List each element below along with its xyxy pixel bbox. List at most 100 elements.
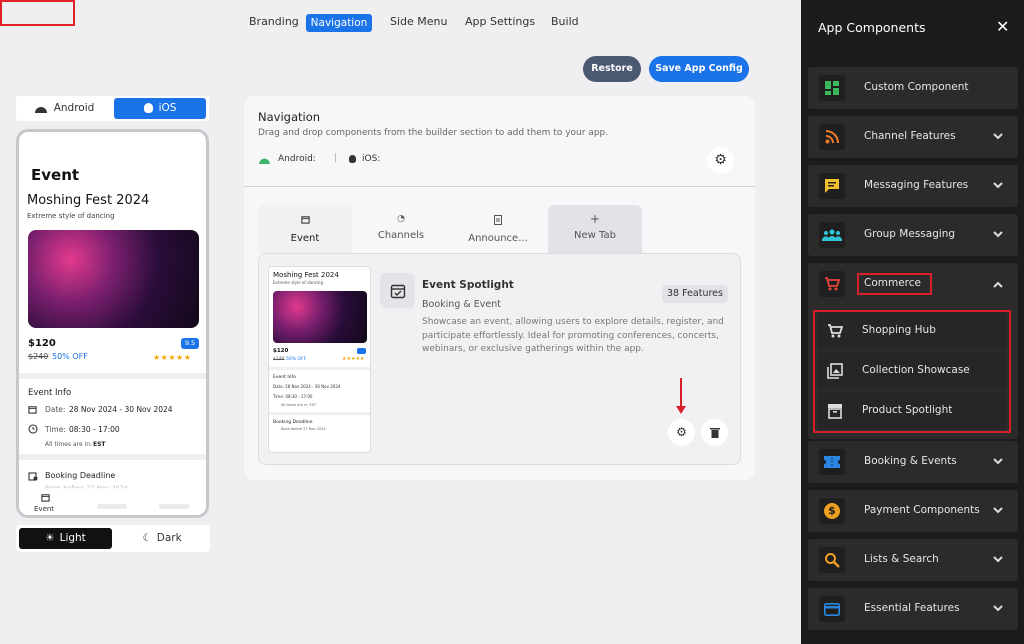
sidebar-item-label: Group Messaging <box>864 228 956 240</box>
component-delete-button[interactable] <box>701 419 728 446</box>
preview-date-value: 28 Nov 2024 - 30 Nov 2024 <box>69 405 173 414</box>
tab-event[interactable]: Event <box>258 205 352 253</box>
theme-dark-label: Dark <box>156 532 182 544</box>
sidebar-item-booking-events[interactable]: Booking & Events <box>808 441 1018 483</box>
preview-rating-stars: ★★★★★ <box>153 353 192 362</box>
nav-app-settings[interactable]: App Settings <box>465 15 535 28</box>
plus-icon: + <box>589 212 601 226</box>
thumb-price: $120 <box>273 348 289 354</box>
thumb-old-price: $240 <box>273 357 285 362</box>
sidebar-item-payment-components[interactable]: $ Payment Components <box>808 490 1018 532</box>
group-icon <box>819 222 845 248</box>
preview-old-price: $240 <box>28 352 49 361</box>
preview-time-label: Time: <box>45 425 66 434</box>
commerce-children-highlight-box <box>813 310 1011 433</box>
preview-deadline-title: Booking Deadline <box>45 471 116 480</box>
apple-icon <box>349 155 356 163</box>
preview-timezone-text: All times are in: <box>45 441 93 448</box>
platform-switch: Android iOS <box>16 96 209 121</box>
preview-bottom-tab-event[interactable]: Event <box>34 505 54 513</box>
sun-icon: ☀ <box>45 532 55 544</box>
preview-bottom-tab-placeholder <box>97 504 127 509</box>
preview-time-value: 08:30 - 17:00 <box>69 425 120 434</box>
panel-description: Drag and drop components from the builde… <box>258 128 609 138</box>
search-icon <box>819 547 845 573</box>
component-features-badge: 38 Features <box>662 285 728 303</box>
sidebar-item-messaging-features[interactable]: Messaging Features <box>808 165 1018 207</box>
thumb-discount: 50% OFF <box>286 357 307 362</box>
sidebar-item-custom-component[interactable]: Custom Component <box>808 67 1018 109</box>
panel-separator: | <box>334 153 338 163</box>
thumb-stars: ★★★★★ <box>342 356 365 362</box>
panel-ios-label: iOS: <box>362 154 381 164</box>
sidebar-title: App Components <box>818 20 926 35</box>
theme-switch: ☀ Light ☾ Dark <box>16 525 210 552</box>
tab-announcements[interactable]: Announce... <box>451 205 545 253</box>
save-app-config-button[interactable]: Save App Config <box>649 56 749 82</box>
component-title: Event Spotlight <box>422 279 514 291</box>
preview-event-image <box>28 230 199 328</box>
platform-android[interactable]: Android <box>18 98 110 119</box>
calendar-icon <box>41 494 50 502</box>
preview-price: $120 <box>28 338 56 349</box>
tab-new-tab[interactable]: + New Tab <box>548 205 642 253</box>
red-arrow-annotation <box>680 378 682 408</box>
gear-icon: ⚙ <box>676 425 687 439</box>
nav-branding[interactable]: Branding <box>249 15 299 28</box>
dollar-icon: $ <box>819 498 845 524</box>
sidebar-item-group-messaging[interactable]: Group Messaging <box>808 214 1018 256</box>
theme-dark[interactable]: ☾ Dark <box>116 528 208 549</box>
sidebar-close-button[interactable]: ✕ <box>996 18 1009 36</box>
thumb-info-title: Event Info <box>273 375 296 380</box>
platform-ios-label: iOS <box>158 102 177 114</box>
sidebar-item-label: Messaging Features <box>864 179 969 191</box>
sidebar-item-label: Lists & Search <box>864 553 939 565</box>
nav-navigation[interactable]: Navigation <box>306 14 372 32</box>
nav-side-menu[interactable]: Side Menu <box>390 15 448 28</box>
gear-icon: ⚙ <box>714 152 727 168</box>
sidebar-item-lists-search[interactable]: Lists & Search <box>808 539 1018 581</box>
phone-preview: Event Moshing Fest 2024 Extreme style of… <box>16 129 209 518</box>
thumb-divider <box>269 412 370 415</box>
preview-divider <box>19 373 206 379</box>
preview-bottom-tab-placeholder <box>159 504 189 509</box>
clock-icon <box>28 424 38 434</box>
nav-build[interactable]: Build <box>551 15 579 28</box>
moon-icon: ☾ <box>142 532 152 544</box>
thumb-divider <box>269 367 370 370</box>
tab-announcements-label: Announce... <box>468 233 528 244</box>
tab-event-label: Event <box>290 233 320 244</box>
close-icon: ✕ <box>996 17 1010 36</box>
sidebar-item-label: Channel Features <box>864 130 956 142</box>
component-category: Booking & Event <box>422 299 501 310</box>
component-thumbnail[interactable]: Moshing Fest 2024 Extreme style of danci… <box>268 266 371 453</box>
calendar-check-icon <box>390 284 406 299</box>
preview-event-title: Moshing Fest 2024 <box>27 193 150 208</box>
restore-button[interactable]: Restore <box>583 56 641 82</box>
grid-icon <box>819 75 845 101</box>
component-settings-button[interactable]: ⚙ <box>668 419 695 446</box>
chevron-down-icon <box>993 458 1003 465</box>
panel-settings-button[interactable]: ⚙ <box>707 147 734 174</box>
preview-header: Event <box>31 166 80 184</box>
chevron-down-icon <box>993 133 1003 140</box>
document-icon <box>494 215 502 225</box>
platform-ios[interactable]: iOS <box>114 98 206 119</box>
thumb-time: Time: 08:30 - 17:00 <box>273 394 313 399</box>
sidebar-item-essential-features[interactable]: Essential Features <box>808 588 1018 630</box>
platform-android-label: Android <box>53 102 95 114</box>
panel-divider <box>244 186 755 187</box>
sidebar-item-channel-features[interactable]: Channel Features <box>808 116 1018 158</box>
preview-event-subtitle: Extreme style of dancing <box>27 212 115 220</box>
calendar-icon <box>300 216 310 224</box>
red-arrow-head <box>676 406 686 414</box>
card-icon <box>819 596 845 622</box>
rss-icon <box>819 124 845 150</box>
chevron-down-icon <box>993 605 1003 612</box>
commerce-highlight-box <box>857 273 932 295</box>
tab-channels[interactable]: ◔ Channels <box>354 205 448 253</box>
apple-icon <box>143 103 153 113</box>
tab-channels-label: Channels <box>377 230 425 241</box>
theme-light[interactable]: ☀ Light <box>19 528 112 549</box>
chevron-down-icon <box>993 556 1003 563</box>
